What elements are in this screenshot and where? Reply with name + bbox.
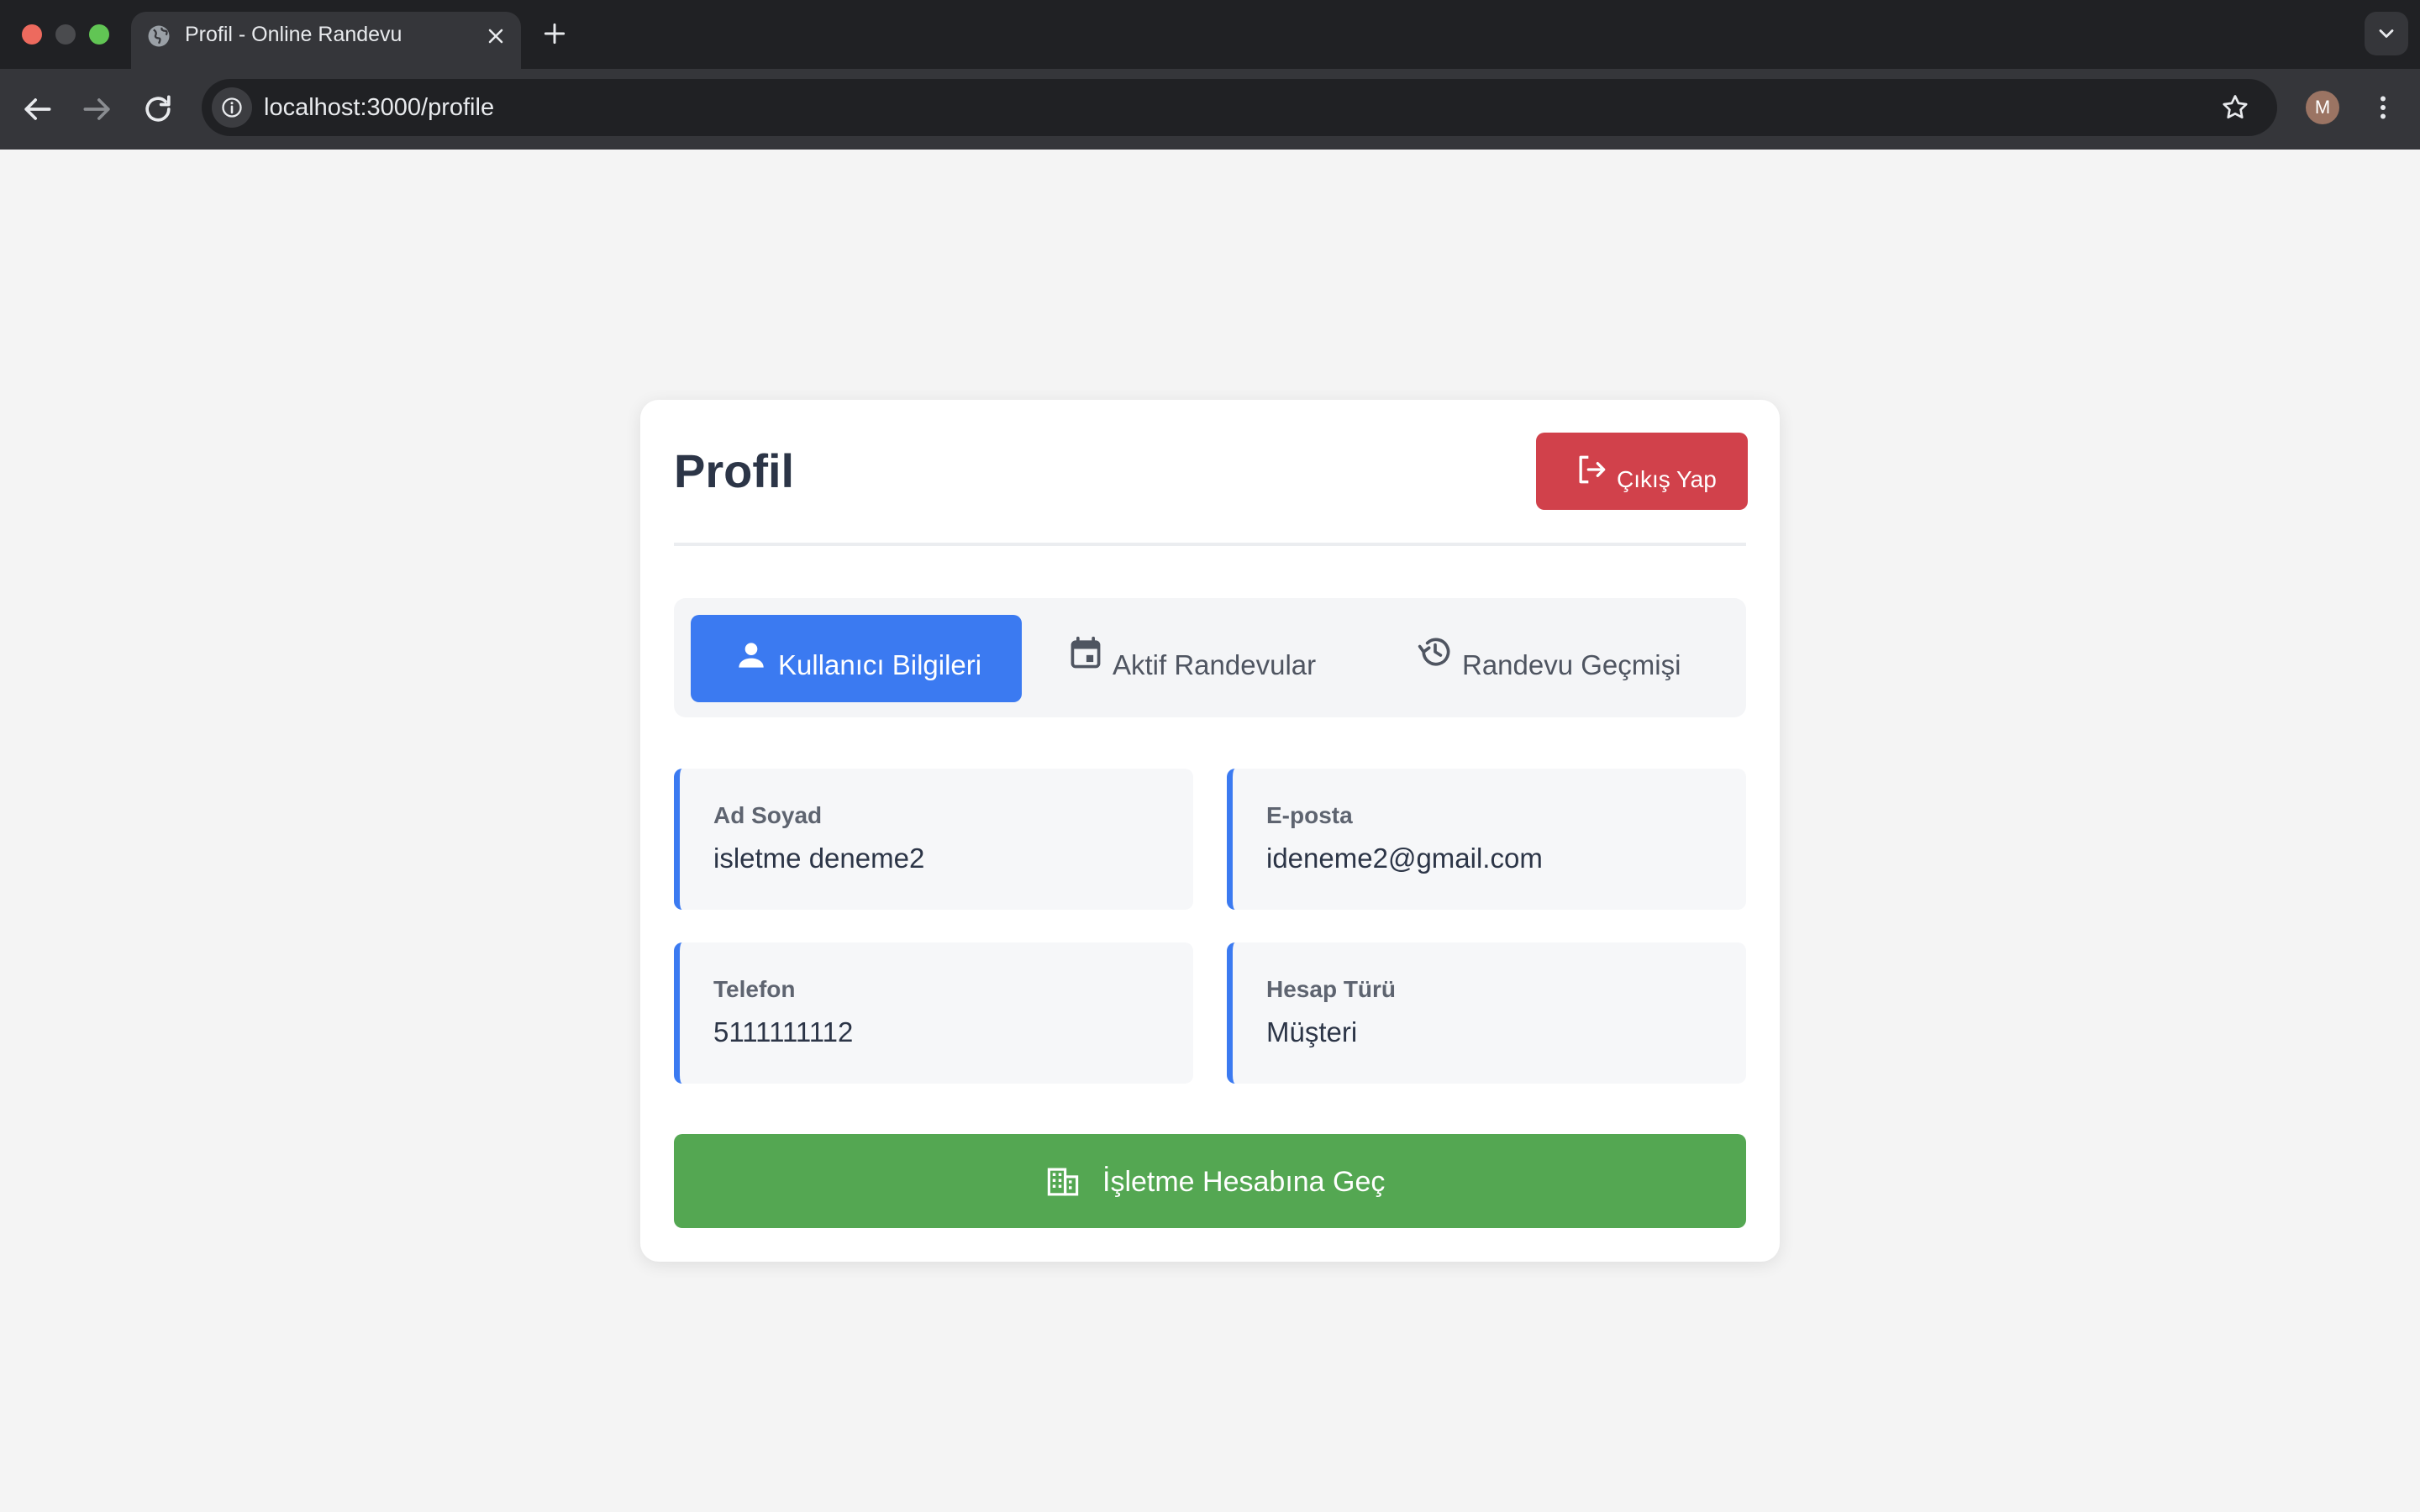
address-bar[interactable]: localhost:3000/profile [202,79,2277,136]
logout-label: Çıkış Yap [1617,466,1717,492]
url-text[interactable]: localhost:3000/profile [264,94,494,122]
globe-icon [148,25,170,47]
name-value: isletme deneme2 [713,843,925,874]
site-info-button[interactable] [212,87,252,128]
person-icon [739,643,764,668]
email-value: ideneme2@gmail.com [1266,843,1543,874]
logout-button[interactable]: Çıkış Yap [1536,433,1748,510]
info-box-email: E-posta ideneme2@gmail.com [1227,769,1746,910]
tab-active-appointments-label: Aktif Randevular [1113,649,1317,680]
browser-tab-strip: Profil - Online Randevu [0,0,2420,69]
calendar-icon [1071,636,1101,669]
info-box-phone: Telefon 5111111112 [674,942,1193,1084]
email-label: E-posta [1266,802,1353,828]
new-tab-icon[interactable] [541,20,568,47]
account-type-label: Hesap Türü [1266,976,1397,1002]
phone-value: 5111111112 [713,1016,854,1047]
tab-search-button[interactable] [2365,12,2408,55]
name-label: Ad Soyad [713,802,823,828]
building-icon [1047,1168,1079,1196]
header-divider [674,543,1746,546]
profile-tabs: Kullanıcı Bilgileri Aktif Randevular Ran… [674,598,1746,717]
profile-avatar[interactable]: M [2306,91,2339,124]
close-tab-icon[interactable] [484,24,508,48]
bookmark-star-icon[interactable] [2220,92,2250,123]
info-box-name: Ad Soyad isletme deneme2 [674,769,1193,910]
tab-appointment-history[interactable]: Randevu Geçmişi [1371,615,1724,702]
minimize-window-button[interactable] [55,24,76,45]
logout-icon [1579,455,1606,484]
info-box-account-type: Hesap Türü Müşteri [1227,942,1746,1084]
browser-tab-profile[interactable]: Profil - Online Randevu [131,12,521,69]
tab-active-appointments[interactable]: Aktif Randevular [1035,615,1355,702]
tab-user-info-label: Kullanıcı Bilgileri [778,649,982,680]
history-icon [1418,638,1450,666]
profile-card: Profil Çıkış Yap Kullanıcı Bilgileri Akt… [640,400,1780,1262]
account-type-value: Müşteri [1266,1016,1358,1047]
chevron-down-icon [2379,29,2394,38]
reload-icon[interactable] [139,91,176,128]
phone-label: Telefon [713,976,796,1002]
more-menu-icon[interactable] [2368,89,2398,126]
maximize-window-button[interactable] [89,24,109,45]
info-icon [222,97,242,118]
page-title: Profil [674,444,795,497]
tab-user-info[interactable]: Kullanıcı Bilgileri [691,615,1022,702]
back-arrow-icon[interactable] [18,91,55,128]
close-window-button[interactable] [22,24,42,45]
browser-tab-title: Profil - Online Randevu [185,23,402,46]
switch-business-account-label: İşletme Hesabına Geç [1102,1166,1386,1198]
browser-toolbar: localhost:3000/profile M [0,69,2420,150]
switch-business-account-button[interactable]: İşletme Hesabına Geç [674,1134,1746,1228]
forward-arrow-icon[interactable] [79,91,116,128]
tab-appointment-history-label: Randevu Geçmişi [1462,649,1681,680]
